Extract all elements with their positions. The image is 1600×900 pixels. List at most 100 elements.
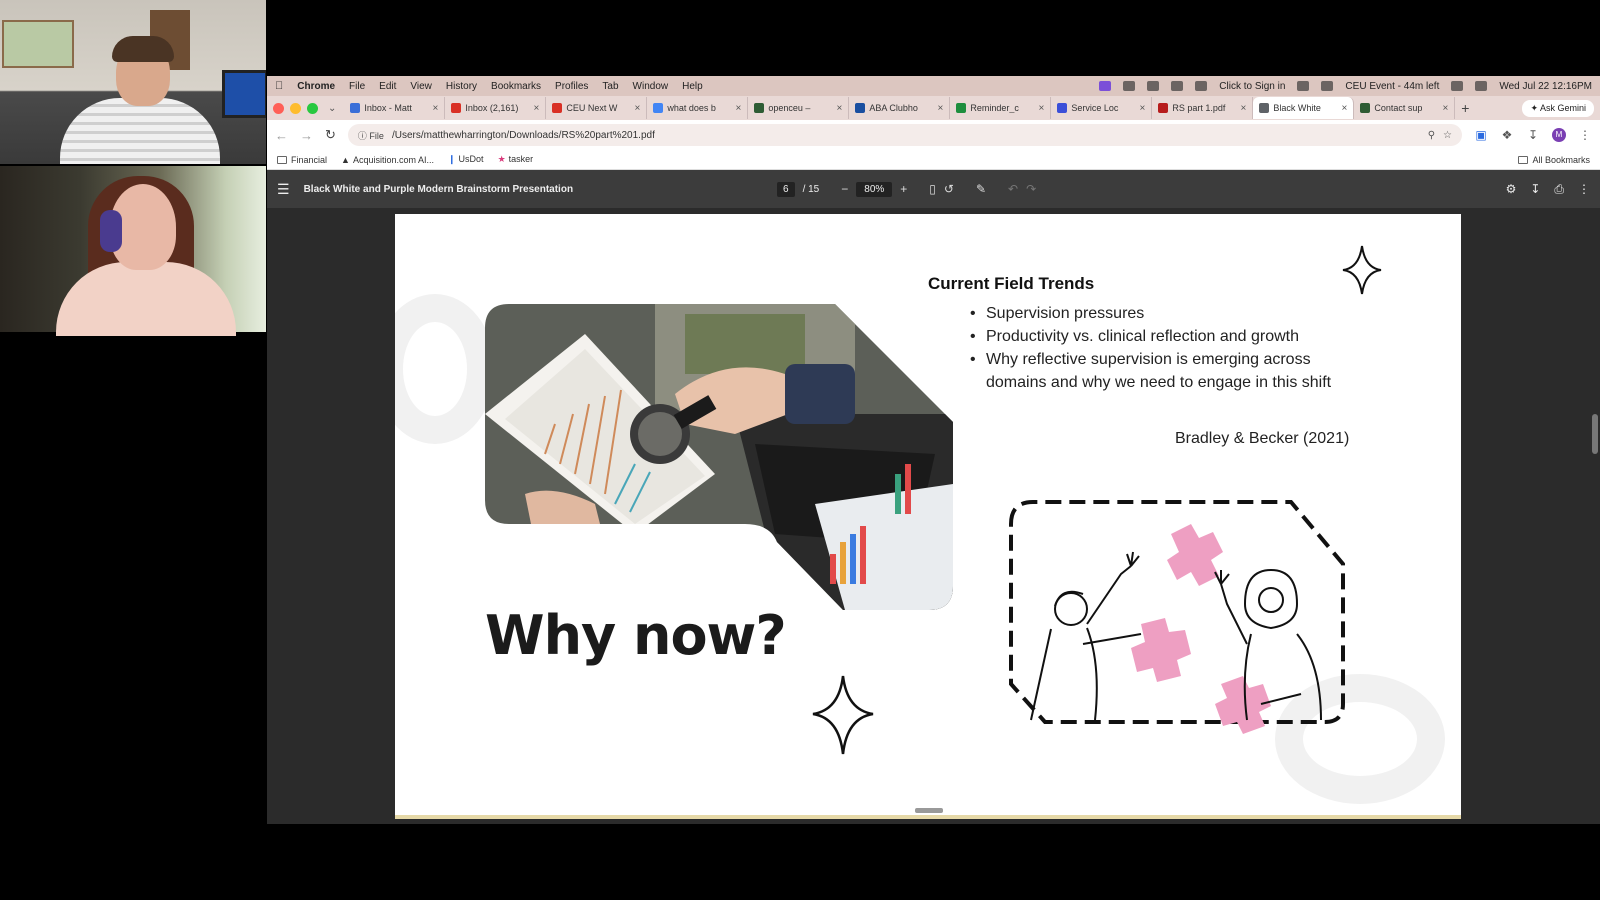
menu-view[interactable]: View: [410, 81, 432, 92]
more-menu-icon[interactable]: ⋮: [1578, 128, 1592, 142]
trend-list: Supervision pressures Productivity vs. c…: [970, 302, 1350, 394]
zoom-level-input[interactable]: 80%: [856, 181, 893, 197]
fit-page-icon[interactable]: ▯: [929, 182, 936, 196]
close-tab-icon[interactable]: ×: [1039, 103, 1045, 114]
pdf-download-icon[interactable]: ↧: [1530, 182, 1540, 197]
battery-icon[interactable]: [1195, 81, 1208, 91]
rotate-icon[interactable]: ↺: [944, 182, 954, 196]
zoom-out-icon[interactable]: −: [841, 182, 848, 196]
control-icon[interactable]: [1321, 81, 1334, 91]
clock[interactable]: Wed Jul 22 12:16PM: [1499, 81, 1592, 92]
close-window-icon[interactable]: [273, 102, 284, 114]
menu-edit[interactable]: Edit: [379, 81, 396, 92]
close-tab-icon[interactable]: ×: [1342, 103, 1348, 114]
tab-strip: ⌄ Inbox - Matt × Inbox (2,161) × CEU Next W ×…: [267, 96, 1600, 120]
mac-menubar:  Chrome File Edit View History Bookmark…: [267, 76, 1600, 96]
download-icon[interactable]: ↧: [1526, 128, 1540, 142]
browser-tab[interactable]: what does b ×: [647, 97, 749, 119]
bookmark-acquisition[interactable]: ▲ Acquisition.com AI...: [341, 155, 434, 165]
event-status[interactable]: CEU Event - 44m left: [1345, 81, 1439, 92]
close-tab-icon[interactable]: ×: [433, 103, 439, 114]
page-number-input[interactable]: 6: [777, 181, 795, 197]
browser-tab[interactable]: CEU Next W ×: [546, 97, 648, 119]
wifi-icon[interactable]: [1451, 81, 1464, 91]
site-info-icon[interactable]: ⓘ File: [358, 129, 384, 142]
bookmark-financial[interactable]: Financial: [277, 155, 327, 165]
forward-arrow-icon[interactable]: →: [300, 128, 313, 143]
annotate-icon[interactable]: ✎: [976, 182, 986, 196]
undo-icon[interactable]: ↶: [1008, 182, 1018, 196]
browser-tab[interactable]: openceu – ×: [748, 97, 850, 119]
close-tab-icon[interactable]: ×: [736, 103, 742, 114]
browser-tab[interactable]: Black White ×: [1253, 97, 1355, 119]
citation: Bradley & Becker (2021): [1175, 430, 1350, 447]
scrollbar[interactable]: [1592, 414, 1598, 454]
star-logo-icon: ★: [497, 154, 506, 164]
browser-tab[interactable]: Contact sup ×: [1354, 97, 1456, 119]
browser-tab[interactable]: Service Loc ×: [1051, 97, 1153, 119]
bookmark-star-icon[interactable]: ☆: [1443, 130, 1452, 141]
page-drag-handle[interactable]: [915, 808, 943, 813]
zoom-in-icon[interactable]: +: [900, 182, 907, 196]
redo-icon[interactable]: ↷: [1026, 182, 1036, 196]
tab-label: Black White: [1273, 103, 1321, 113]
menu-file[interactable]: File: [349, 81, 365, 92]
status-icon[interactable]: [1123, 81, 1136, 91]
apple-icon[interactable]: : [275, 80, 283, 92]
pdf-more-icon[interactable]: ⋮: [1578, 182, 1590, 197]
pdf-viewer[interactable]: Why now? Current Field Trends Supervisio…: [267, 214, 1600, 824]
menu-profiles[interactable]: Profiles: [555, 81, 588, 92]
folder-icon: [1518, 156, 1529, 165]
reload-icon[interactable]: ↻: [325, 127, 336, 143]
analysis-photo: [485, 304, 953, 610]
minimize-window-icon[interactable]: [290, 102, 301, 114]
tab-search-chevron-icon[interactable]: ⌄: [328, 103, 336, 114]
browser-tab[interactable]: ABA Clubho ×: [849, 97, 951, 119]
pdf-toolbar: ☰ Black White and Purple Modern Brainsto…: [267, 170, 1600, 208]
bookmark-tasker[interactable]: ★ tasker: [498, 154, 534, 165]
hamburger-menu-icon[interactable]: ☰: [277, 181, 290, 198]
menu-help[interactable]: Help: [682, 81, 703, 92]
browser-tab[interactable]: Reminder_c ×: [950, 97, 1052, 119]
spotlight-search-icon[interactable]: [1475, 81, 1488, 91]
sign-icon[interactable]: ⚙: [1506, 182, 1517, 197]
ask-gemini-button[interactable]: ✦ Ask Gemini: [1522, 99, 1594, 117]
new-tab-button[interactable]: +: [1455, 100, 1475, 116]
play-icon[interactable]: [1171, 81, 1184, 91]
back-arrow-icon[interactable]: ←: [275, 128, 288, 143]
tab-favicon-icon: [552, 103, 563, 113]
profile-avatar[interactable]: M: [1552, 128, 1566, 142]
menu-history[interactable]: History: [446, 81, 477, 92]
address-input[interactable]: ⓘ File /Users/matthewharrington/Download…: [347, 124, 1462, 146]
menu-tab[interactable]: Tab: [602, 81, 618, 92]
close-tab-icon[interactable]: ×: [635, 103, 641, 114]
zoom-magnifier-icon[interactable]: ⚲: [1428, 130, 1435, 141]
volume-icon[interactable]: [1297, 81, 1310, 91]
maximize-window-icon[interactable]: [307, 102, 318, 114]
tab-favicon-icon: [1360, 103, 1371, 113]
menu-window[interactable]: Window: [633, 81, 669, 92]
close-tab-icon[interactable]: ×: [1140, 103, 1146, 114]
screen-share-icon[interactable]: [1099, 81, 1112, 91]
menu-bookmarks[interactable]: Bookmarks: [491, 81, 541, 92]
section-title: Current Field Trends: [928, 274, 1095, 293]
close-tab-icon[interactable]: ×: [938, 103, 944, 114]
extensions-puzzle-icon[interactable]: ❖: [1500, 128, 1514, 142]
browser-tab[interactable]: Inbox (2,161) ×: [445, 97, 547, 119]
app-menu[interactable]: Chrome: [297, 81, 335, 92]
dropbox-icon[interactable]: [1147, 81, 1160, 91]
all-bookmarks[interactable]: All Bookmarks: [1518, 155, 1590, 165]
close-tab-icon[interactable]: ×: [1241, 103, 1247, 114]
browser-tab[interactable]: RS part 1.pdf ×: [1152, 97, 1254, 119]
close-tab-icon[interactable]: ×: [1443, 103, 1449, 114]
extension-icon[interactable]: ▣: [1474, 128, 1488, 142]
print-icon[interactable]: ⎙: [1554, 182, 1564, 197]
bookmark-usdot[interactable]: ❙ UsDot: [448, 154, 484, 165]
pdf-page-controls: 6 / 15 − 80% + ▯ ↺ ✎ ↶ ↷: [777, 181, 1036, 197]
close-tab-icon[interactable]: ×: [534, 103, 540, 114]
signin-status[interactable]: Click to Sign in: [1219, 81, 1285, 92]
video-tile-participant-1[interactable]: [0, 0, 266, 164]
close-tab-icon[interactable]: ×: [837, 103, 843, 114]
screen:  Chrome File Edit View History Bookmark…: [0, 0, 1600, 900]
browser-tab[interactable]: Inbox - Matt ×: [344, 97, 446, 119]
